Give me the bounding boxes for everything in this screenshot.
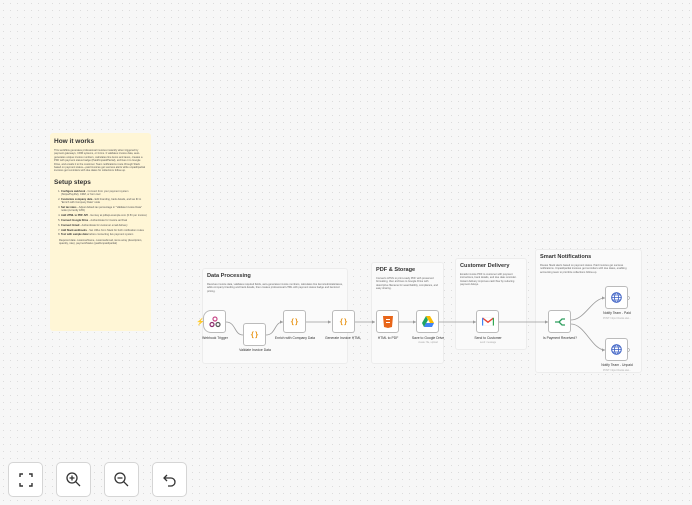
zoom-out-icon bbox=[114, 472, 129, 487]
zoom-out-button[interactable] bbox=[104, 462, 139, 497]
node-generate-html[interactable]: {} bbox=[332, 310, 355, 333]
fit-to-view-icon bbox=[18, 472, 33, 487]
node-subtitle: create: file, upload bbox=[418, 341, 438, 344]
node-subtitle: POST: https://hooks.slac... bbox=[602, 317, 632, 320]
zoom-in-icon bbox=[66, 472, 81, 487]
node-label: Notify Team - Paid bbox=[603, 311, 631, 315]
gmail-icon bbox=[481, 317, 494, 326]
code-icon: {} bbox=[339, 317, 348, 326]
code-icon: {} bbox=[250, 330, 259, 339]
node-webhook-trigger[interactable] bbox=[203, 310, 226, 333]
globe-icon bbox=[611, 344, 622, 355]
google-drive-icon bbox=[421, 316, 434, 327]
code-icon: {} bbox=[290, 317, 299, 326]
node-notify-paid[interactable] bbox=[605, 286, 628, 309]
node-html-to-pdf[interactable] bbox=[376, 310, 399, 333]
if-branch-icon bbox=[554, 317, 565, 326]
node-enrich-company[interactable]: {} bbox=[283, 310, 306, 333]
globe-icon bbox=[611, 292, 622, 303]
undo-icon bbox=[162, 474, 176, 487]
node-subtitle: send: message bbox=[479, 341, 497, 344]
node-notify-unpaid[interactable] bbox=[605, 338, 628, 361]
connection-line bbox=[225, 321, 244, 336]
arrow-head bbox=[372, 320, 375, 324]
node-send-customer[interactable] bbox=[476, 310, 499, 333]
node-is-payment-received[interactable] bbox=[548, 310, 571, 333]
arrow-head bbox=[328, 320, 331, 324]
node-label: Validate Invoice Data bbox=[239, 348, 271, 352]
fit-to-view-button[interactable] bbox=[8, 462, 43, 497]
node-label: Send to Customer bbox=[474, 336, 502, 340]
node-label: HTML to PDF bbox=[377, 336, 399, 340]
connections-layer: ⚡ bbox=[196, 296, 630, 352]
node-label: Save to Google Drive bbox=[411, 336, 445, 340]
undo-button[interactable] bbox=[152, 462, 187, 497]
connection-line bbox=[265, 321, 284, 336]
node-label: Enrich with Company Data bbox=[274, 336, 316, 340]
node-label: Is Payment Received? bbox=[543, 336, 577, 340]
webhook-icon bbox=[208, 315, 221, 327]
node-validate-invoice[interactable]: {} bbox=[243, 323, 266, 346]
node-save-drive[interactable] bbox=[416, 310, 439, 333]
zoom-in-button[interactable] bbox=[56, 462, 91, 497]
html-icon bbox=[382, 315, 393, 328]
node-label: Notify Team - Unpaid bbox=[601, 363, 633, 367]
node-label: Generate Invoice HTML bbox=[325, 336, 361, 340]
node-subtitle: POST: https://hooks.slac... bbox=[602, 369, 632, 372]
node-label: Webhook Trigger bbox=[202, 336, 228, 340]
